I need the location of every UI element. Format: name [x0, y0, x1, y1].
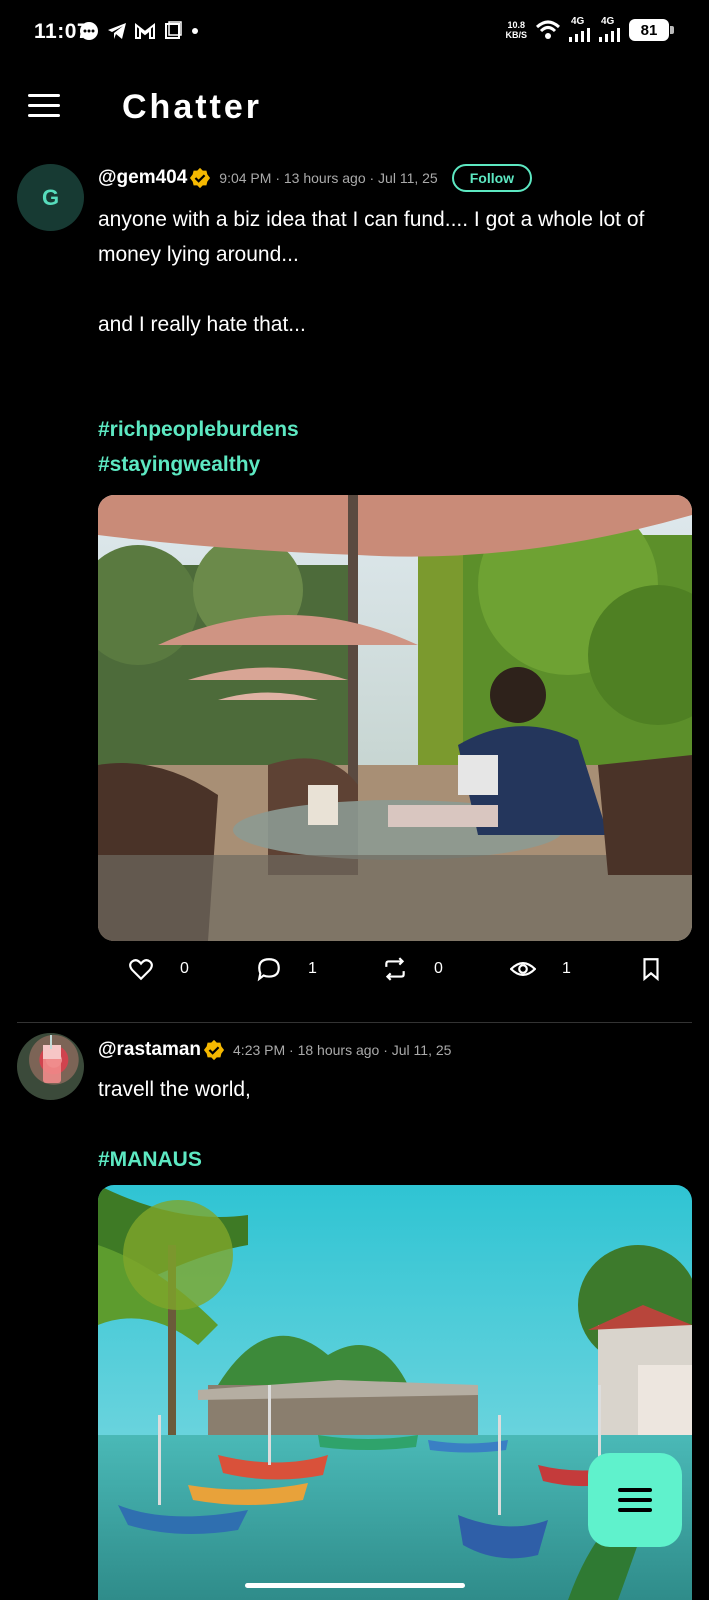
signal-bars-icon [569, 28, 590, 42]
avatar[interactable] [17, 1033, 84, 1100]
speed-value: 10.8 [507, 20, 525, 30]
menu-line [28, 114, 60, 117]
net-type-1: 4G [571, 16, 585, 27]
views-count: 1 [562, 960, 571, 977]
comment-count: 1 [308, 960, 317, 977]
menu-line [28, 104, 60, 107]
signal-bars-icon [599, 28, 620, 42]
repost-button[interactable]: 0 [382, 956, 443, 982]
views-indicator[interactable]: 1 [510, 956, 571, 982]
post-divider [17, 1022, 692, 1023]
post-text-line: anyone with a biz idea that I can fund..… [98, 208, 645, 266]
username[interactable]: @gem404 [98, 167, 187, 189]
status-bar: 11:07 10.8 KB/S 4G 4G 81 [0, 0, 709, 62]
heart-icon [129, 959, 153, 981]
battery-indicator: 81 [629, 19, 674, 41]
chat-bubble-icon [80, 22, 98, 40]
menu-line [28, 94, 60, 97]
signal-1: 4G [569, 16, 591, 42]
post-text: travell the world, [98, 1078, 251, 1101]
post-text: anyone with a biz idea that I can fund..… [98, 202, 698, 342]
signal-2: 4G [599, 16, 621, 42]
hamburger-menu-button[interactable] [28, 94, 64, 124]
hashtag[interactable]: #MANAUS [98, 1142, 202, 1177]
post-card: G @gem404 9:04 PM · 13 hours ago · Jul 1… [0, 160, 709, 1030]
speed-unit: KB/S [505, 30, 527, 40]
fab-menu-line [618, 1488, 652, 1492]
post-actions: 0 1 0 1 [98, 950, 692, 990]
hashtag[interactable]: #stayingwealthy [98, 447, 260, 482]
post-header: @rastaman 4:23 PM · 18 hours ago · Jul 1… [98, 1036, 451, 1064]
follow-button[interactable]: Follow [451, 164, 533, 192]
avatar-letter: G [41, 184, 60, 210]
post-header: @gem404 9:04 PM · 13 hours ago · Jul 11,… [98, 164, 533, 192]
repost-count: 0 [434, 960, 443, 977]
screen-icon [165, 21, 182, 39]
fab-menu-button[interactable] [588, 1453, 682, 1547]
app-title: Chatter [122, 88, 263, 126]
post-meta: 4:23 PM · 18 hours ago · Jul 11, 25 [233, 1042, 452, 1058]
comment-button[interactable]: 1 [256, 956, 317, 982]
hashtag[interactable]: #richpeopleburdens [98, 412, 299, 447]
verified-badge-icon [190, 167, 211, 189]
post-meta: 9:04 PM · 13 hours ago · Jul 11, 25 [219, 170, 438, 186]
more-notifications-dot [192, 28, 198, 34]
net-type-2: 4G [601, 16, 615, 27]
eye-icon [510, 961, 536, 977]
post-image[interactable] [98, 495, 692, 941]
cafe-photo [98, 495, 692, 941]
bookmark-icon [643, 958, 659, 982]
system-icons: 10.8 KB/S 4G 4G 81 [505, 16, 674, 42]
like-button[interactable]: 0 [128, 956, 189, 982]
repost-icon [385, 957, 405, 981]
network-speed: 10.8 KB/S [505, 20, 527, 40]
bookmark-button[interactable] [638, 956, 664, 982]
app-bar: Chatter [0, 70, 709, 148]
post-text-line: and I really hate that... [98, 313, 306, 336]
home-indicator[interactable] [245, 1583, 465, 1588]
gmail-icon [135, 22, 155, 39]
fab-menu-line [618, 1508, 652, 1512]
like-count: 0 [180, 960, 189, 977]
fab-menu-line [618, 1498, 652, 1502]
username[interactable]: @rastaman [98, 1039, 201, 1061]
avatar[interactable]: G [17, 164, 84, 231]
comment-icon [257, 958, 280, 982]
verified-badge-icon [203, 1039, 225, 1061]
avatar-photo [43, 1035, 61, 1083]
telegram-icon [108, 23, 126, 39]
notification-icons [78, 21, 198, 41]
wifi-icon [535, 20, 561, 39]
